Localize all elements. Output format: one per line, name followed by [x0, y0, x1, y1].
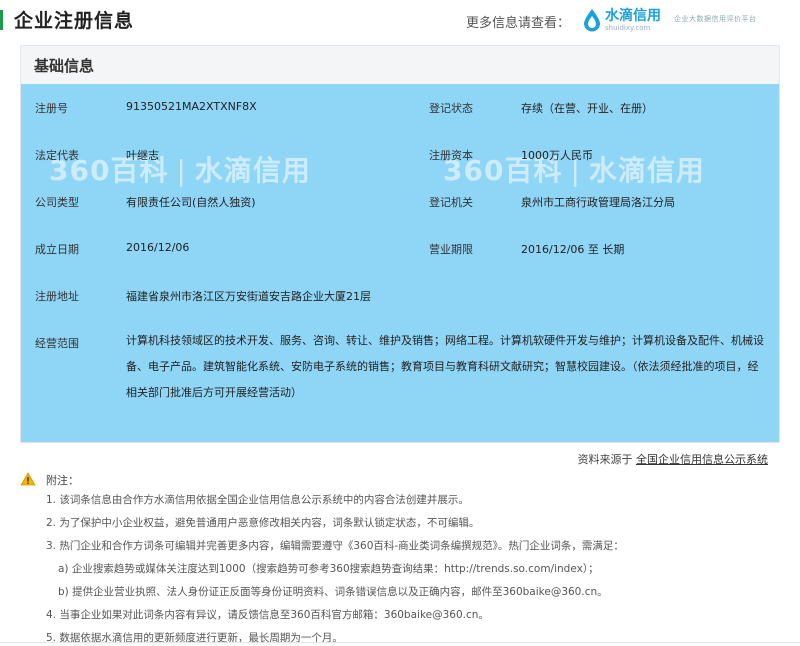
source-link[interactable]: 全国企业信用信息公示系统: [636, 453, 768, 466]
founded-value: 2016/12/06: [126, 241, 190, 254]
note-item: 3. 热门企业和合作方词条可编辑并完善更多内容，编辑需要遵守《360百科-商业类…: [46, 540, 624, 552]
more-info-label: 更多信息请查看：: [466, 16, 571, 31]
capital-label: 注册资本: [429, 149, 473, 162]
term-label: 营业期限: [429, 243, 473, 256]
brand-slogan: 企业大数据信用评价平台: [674, 15, 757, 23]
note-item: b) 提供企业营业执照、法人身份证正反面等身份证明资料、词条错误信息以及正确内容…: [58, 586, 608, 598]
watermark-shuidi-text: 水滴信用: [588, 154, 705, 187]
authority-label: 登记机关: [429, 196, 473, 209]
basic-info-card: 基础信息 360百科 | 水滴信用 360百科 | 水滴信用 注册号 91350521M…: [20, 45, 780, 443]
data-source: 资料来源于 全国企业信用信息公示系统: [578, 451, 769, 467]
capital-value: 1000万人民币: [521, 149, 593, 162]
water-drop-icon: [584, 9, 600, 32]
address-value: 福建省泉州市洛江区万安街道安吉路企业大厦21层: [126, 290, 371, 303]
source-prefix: 资料来源于: [577, 453, 633, 466]
address-label: 注册地址: [35, 290, 79, 303]
watermark-shuidi-text: 水滴信用: [194, 154, 311, 187]
card-title: 基础信息: [34, 57, 95, 75]
divider: [0, 642, 800, 643]
company-type-label: 公司类型: [35, 196, 79, 209]
reg-status-label: 登记状态: [429, 102, 473, 115]
page-title: 企业注册信息: [14, 10, 135, 32]
header: 企业注册信息 更多信息请查看： 水滴信用 shuidixy.com 企业大数据信…: [0, 0, 800, 40]
note-item: 4. 当事企业如果对此词条内容有异议，请反馈信息至360百科官方邮箱：360ba…: [46, 609, 489, 621]
note-item: a) 企业搜索趋势或媒体关注度达到1000（搜索趋势可参考360搜索趋势查询结果…: [58, 563, 599, 575]
watermark-left: 360百科 | 水滴信用: [49, 154, 311, 187]
brand-url: shuidixy.com: [605, 24, 651, 32]
reg-no-label: 注册号: [35, 102, 68, 115]
shuidi-brand-link[interactable]: 水滴信用 shuidixy.com: [583, 8, 661, 32]
term-value: 2016/12/06 至 长期: [521, 243, 625, 256]
warning-icon: [20, 472, 36, 486]
authority-value: 泉州市工商行政管理局洛江分局: [521, 196, 675, 209]
brand-name: 水滴信用: [605, 8, 661, 24]
reg-status-value: 存续（在营、开业、在册）: [521, 102, 653, 115]
card-header: 基础信息: [21, 46, 779, 85]
scope-label: 经营范围: [35, 337, 79, 350]
scope-value: 计算机科技领域区的技术开发、服务、咨询、转让、维护及销售；网络工程。计算机软硬件…: [126, 334, 764, 399]
legal-rep-value: 叶继志: [126, 149, 159, 162]
note-item: 1. 该词条信息由合作方水滴信用依据全国企业信用信息公示系统中的内容合法创建并展…: [46, 494, 469, 506]
legal-rep-label: 法定代表: [35, 149, 79, 162]
card-body: 360百科 | 水滴信用 360百科 | 水滴信用 注册号 91350521MA2XTX…: [21, 84, 779, 442]
company-type-value: 有限责任公司(自然人独资): [126, 196, 256, 209]
notes-title: 附注：: [46, 474, 79, 487]
founded-label: 成立日期: [35, 243, 79, 256]
note-item: 2. 为了保护中小企业权益，避免普通用户恶意修改相关内容，词条默认锁定状态，不可…: [46, 517, 480, 529]
reg-no-value: 91350521MA2XTXNF8X: [126, 100, 257, 113]
